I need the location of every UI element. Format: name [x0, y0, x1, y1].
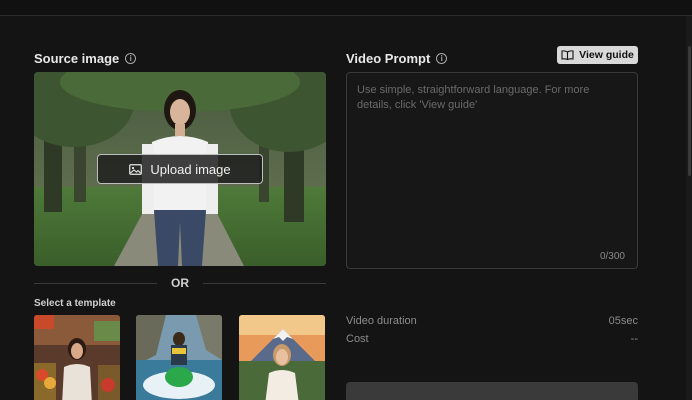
video-duration-row: Video duration 05sec — [346, 315, 638, 327]
divider-line-right — [203, 282, 326, 284]
cost-value: -- — [630, 333, 638, 345]
template-market[interactable] — [34, 315, 120, 400]
video-prompt-label: Video Prompt — [346, 51, 431, 66]
select-template-label: Select a template — [34, 298, 116, 309]
cost-label: Cost — [346, 333, 369, 345]
video-prompt-heading: Video Prompt i — [346, 51, 448, 66]
generate-button[interactable] — [346, 382, 638, 400]
or-divider: OR — [34, 276, 326, 290]
character-counter: 0/300 — [599, 251, 625, 262]
source-image-preview[interactable]: Upload image — [34, 72, 326, 266]
upload-image-button[interactable]: Upload image — [97, 154, 263, 184]
template-jetski[interactable] — [136, 315, 222, 400]
view-guide-label: View guide — [579, 49, 634, 61]
or-label: OR — [171, 276, 189, 290]
cost-row: Cost -- — [346, 333, 638, 345]
image-icon — [129, 163, 143, 175]
page-scrollbar[interactable] — [686, 16, 692, 400]
upload-image-label: Upload image — [150, 161, 231, 177]
view-guide-button[interactable]: View guide — [557, 46, 638, 64]
source-image-label: Source image — [34, 51, 120, 66]
video-prompt-field[interactable]: 0/300 — [346, 72, 638, 269]
info-icon[interactable]: i — [125, 53, 137, 64]
book-icon — [561, 50, 574, 60]
source-image-heading: Source image i — [34, 51, 137, 66]
scrollbar-thumb[interactable] — [688, 46, 691, 176]
info-icon[interactable]: i — [436, 53, 448, 64]
top-bar — [0, 0, 692, 16]
video-duration-label: Video duration — [346, 315, 417, 327]
video-duration-value: 05sec — [608, 315, 638, 327]
template-mountain[interactable] — [239, 315, 325, 400]
video-prompt-input[interactable] — [347, 73, 637, 268]
divider-line-left — [34, 282, 157, 284]
